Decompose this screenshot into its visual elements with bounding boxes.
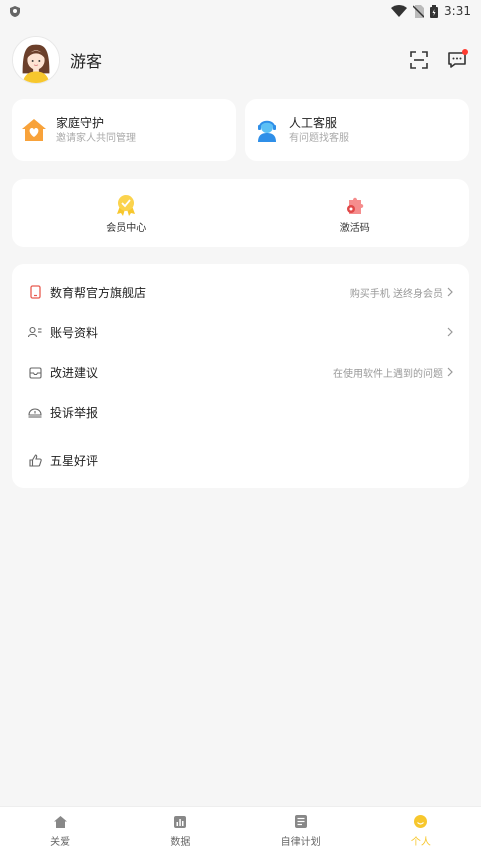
tab-label: 自律计划 (280, 836, 321, 848)
list-item-official-store[interactable]: 数育帮官方旗舰店 购买手机 送终身会员 (12, 272, 469, 312)
status-bar: 3:31 (0, 0, 481, 22)
battery-icon (430, 4, 439, 18)
list-item-label: 五星好评 (50, 453, 99, 468)
shield-notification-icon (10, 5, 20, 17)
medal-icon (114, 193, 138, 217)
document-list-icon (294, 815, 308, 829)
chevron-right-icon (447, 287, 455, 297)
messages-button[interactable] (445, 48, 469, 72)
tab-data[interactable]: 数据 (120, 807, 240, 855)
customer-service-subtitle: 有问题找客服 (289, 132, 349, 144)
thumbs-up-icon (28, 453, 42, 467)
activation-code-label: 激活码 (339, 222, 370, 234)
tab-label: 个人 (410, 836, 431, 848)
puzzle-icon (343, 193, 367, 217)
tab-label: 数据 (170, 836, 191, 848)
home-heart-icon (20, 116, 48, 144)
settings-list: 数育帮官方旗舰店 购买手机 送终身会员 账号资料 改进建议 在使用软件上遇到的问… (12, 264, 469, 488)
scan-button[interactable] (407, 48, 431, 72)
customer-service-card[interactable]: 人工客服 有问题找客服 (245, 99, 469, 161)
phone-icon (28, 285, 42, 299)
list-item-account-profile[interactable]: 账号资料 (12, 312, 469, 352)
member-center-button[interactable]: 会员中心 (12, 179, 241, 247)
scan-icon (410, 51, 428, 69)
list-item-report[interactable]: 投诉举报 (12, 392, 469, 432)
feature-card: 会员中心 激活码 (12, 179, 469, 247)
list-item-hint: 购买手机 送终身会员 (349, 288, 443, 300)
list-item-hint: 在使用软件上遇到的问题 (333, 368, 443, 380)
tab-label: 关爱 (50, 836, 71, 848)
list-item-five-star-review[interactable]: 五星好评 (12, 440, 469, 480)
family-guard-title: 家庭守护 (56, 115, 105, 130)
tab-self-discipline-plan[interactable]: 自律计划 (241, 807, 361, 855)
feedback-box-icon (28, 365, 42, 379)
customer-service-title: 人工客服 (289, 115, 338, 130)
list-item-label: 数育帮官方旗舰店 (50, 285, 147, 300)
notification-dot (462, 49, 468, 55)
bar-chart-icon (173, 815, 187, 829)
member-center-label: 会员中心 (106, 222, 147, 234)
profile-header: 游客 (12, 35, 469, 85)
no-sim-icon (413, 4, 425, 18)
wifi-icon (391, 5, 408, 17)
avatar[interactable] (12, 36, 60, 84)
family-guard-card[interactable]: 家庭守护 邀请家人共同管理 (12, 99, 236, 161)
avatar-girl-icon (13, 37, 59, 83)
home-icon (53, 815, 67, 829)
tab-care[interactable]: 关爱 (0, 807, 120, 855)
list-item-label: 投诉举报 (50, 405, 99, 420)
customer-service-icon (253, 116, 281, 144)
smiley-face-icon (414, 815, 428, 829)
tab-personal[interactable]: 个人 (361, 807, 481, 855)
report-icon (28, 405, 42, 419)
list-item-label: 改进建议 (50, 365, 99, 380)
clock: 3:31 (444, 4, 471, 18)
chevron-right-icon (447, 367, 455, 377)
family-guard-subtitle: 邀请家人共同管理 (56, 132, 136, 144)
bottom-tab-bar: 关爱 数据 自律计划 个人 (0, 806, 481, 855)
chevron-right-icon (447, 327, 455, 337)
list-item-feedback[interactable]: 改进建议 在使用软件上遇到的问题 (12, 352, 469, 392)
activation-code-button[interactable]: 激活码 (241, 179, 470, 247)
id-card-icon (28, 325, 42, 339)
username: 游客 (70, 52, 103, 71)
list-item-label: 账号资料 (50, 325, 99, 340)
